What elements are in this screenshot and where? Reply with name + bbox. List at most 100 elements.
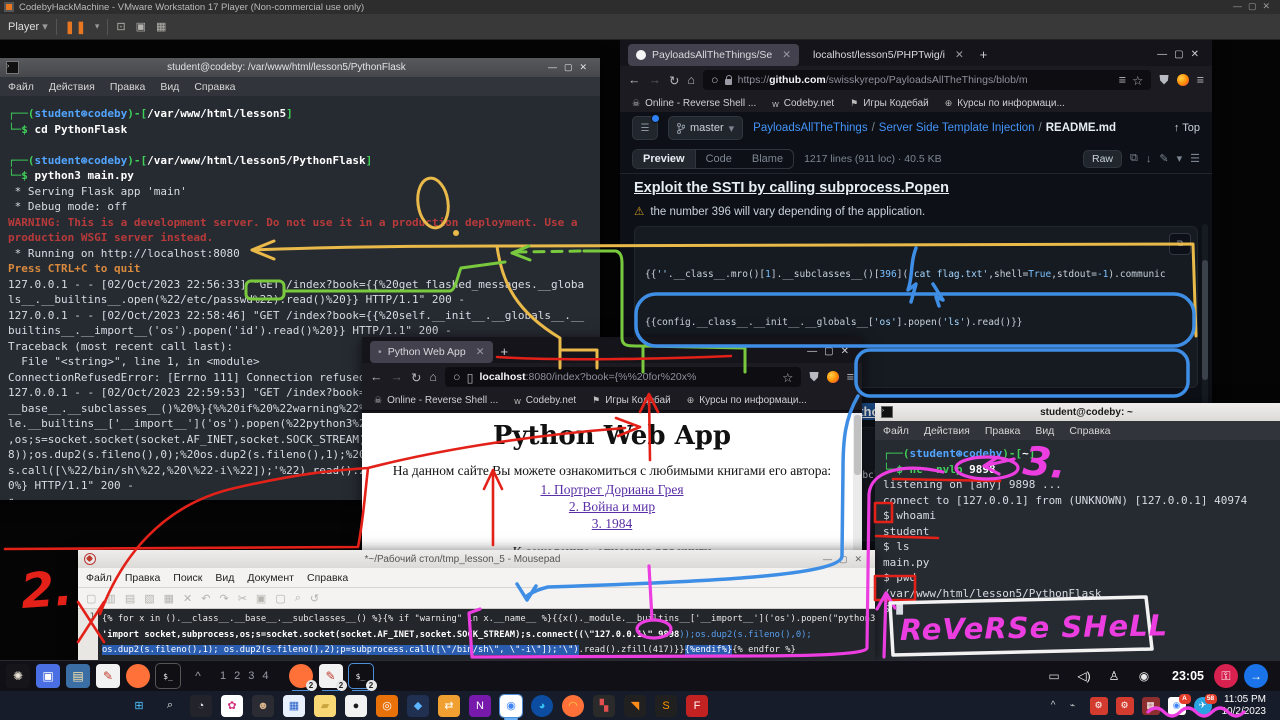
- colorful-app-icon[interactable]: ✿: [221, 695, 243, 717]
- breadcrumb-folder[interactable]: Server Side Template Injection: [879, 122, 1035, 134]
- pocket-icon[interactable]: ⛊: [809, 370, 818, 385]
- firefox-window-icon[interactable]: 2: [289, 664, 313, 688]
- mousepad-window-icon[interactable]: ✎2: [319, 664, 343, 688]
- close-button[interactable]: ✕: [579, 62, 594, 72]
- readme-heading-subprocess-popen[interactable]: Exploit the SSTI by calling subprocess.P…: [634, 180, 1198, 196]
- maximize-button[interactable]: ▢: [824, 346, 840, 357]
- bookmark-star-icon[interactable]: ☆: [1132, 73, 1143, 88]
- power-icon-icon[interactable]: ◉: [1132, 664, 1156, 688]
- menu-item-файл[interactable]: Файл: [86, 572, 112, 584]
- terminal-icon[interactable]: $_: [156, 664, 180, 688]
- back-icon[interactable]: ←: [370, 370, 383, 384]
- menu-item-файл[interactable]: Файл: [883, 425, 909, 437]
- reload-icon[interactable]: ↻: [669, 73, 679, 88]
- bookmark-item[interactable]: ☠Online - Reverse Shell ...: [374, 395, 498, 406]
- search-icon[interactable]: ⌕: [295, 592, 301, 605]
- bookmark-star-icon[interactable]: ☆: [782, 370, 793, 385]
- url-bar[interactable]: ○ ▯ localhost:8080/index?book={%%20for%2…: [445, 367, 801, 387]
- tray-bird-icon-icon[interactable]: ⌁: [1064, 697, 1082, 715]
- maximize-button[interactable]: ▢: [1174, 49, 1190, 60]
- carrot-app-icon[interactable]: ◥: [624, 695, 646, 717]
- minimize-button[interactable]: —: [823, 554, 839, 564]
- file-tree-icon[interactable]: ☰: [632, 116, 658, 140]
- calendar-app-icon[interactable]: ▦: [283, 695, 305, 717]
- new-tab-button[interactable]: +: [980, 47, 988, 62]
- show-hidden-icon[interactable]: ^: [186, 664, 210, 688]
- menu-item-справка[interactable]: Справка: [1069, 425, 1110, 437]
- tray-telegram-icon[interactable]: ✈58: [1194, 697, 1212, 715]
- reload-icon[interactable]: ↻: [411, 370, 421, 385]
- new-tab-button[interactable]: +: [501, 344, 509, 359]
- book-link[interactable]: 2. Война и мир: [362, 498, 862, 515]
- tab-preview[interactable]: Preview: [633, 150, 696, 168]
- mousepad-editor[interactable]: 1 {% for x in ().__class__.__base__.__su…: [78, 609, 875, 662]
- redo-icon[interactable]: ↷: [219, 592, 228, 605]
- menu-item-действия[interactable]: Действия: [49, 81, 95, 93]
- bookmark-item[interactable]: ⚑Игры Кодебай: [592, 395, 671, 406]
- search-icon[interactable]: ⌕: [159, 695, 181, 717]
- book-link[interactable]: 3. 1984: [362, 515, 862, 532]
- onenote-icon[interactable]: N: [469, 695, 491, 717]
- host-clock[interactable]: 11:05 PM10/2/2023: [1222, 694, 1267, 718]
- menu-item-3[interactable]: 3: [248, 670, 260, 682]
- close-button[interactable]: ✕: [854, 554, 869, 564]
- start-icon[interactable]: ⊞: [128, 695, 150, 717]
- menu-item-справка[interactable]: Справка: [307, 572, 348, 584]
- menu-item-1[interactable]: 1: [220, 670, 232, 682]
- suspend-button[interactable]: ❚❚: [65, 20, 87, 34]
- menu-item-вид[interactable]: Вид: [215, 572, 234, 584]
- branch-selector[interactable]: master▾: [668, 116, 743, 140]
- bookmark-item[interactable]: wCodeby.net: [514, 395, 576, 406]
- open-file-icon[interactable]: ▥: [105, 592, 115, 605]
- menu-icon[interactable]: ≡: [847, 370, 854, 384]
- save-as-icon[interactable]: ▧: [144, 592, 154, 605]
- vm-clock[interactable]: 23:05: [1172, 669, 1204, 683]
- menu-item-2[interactable]: 2: [234, 670, 246, 682]
- dev-app-icon[interactable]: ▚: [593, 695, 615, 717]
- raw-button[interactable]: Raw: [1083, 150, 1122, 168]
- mousepad-titlebar[interactable]: *~/Рабочий стол/tmp_lesson_5 - Mousepad …: [78, 550, 875, 568]
- menu-item-документ[interactable]: Документ: [247, 572, 294, 584]
- chrome-icon[interactable]: ◉: [500, 695, 522, 717]
- menu-item-правка[interactable]: Правка: [985, 425, 1020, 437]
- reload-icon[interactable]: ▦: [164, 592, 174, 605]
- close-file-icon[interactable]: ✕: [183, 592, 192, 605]
- edge-icon[interactable]: ◕: [531, 695, 553, 717]
- menu-item-правка[interactable]: Правка: [125, 572, 160, 584]
- maximize-button[interactable]: ▢: [1248, 1, 1263, 11]
- tab-payloadsallthethings[interactable]: PayloadsAllTheThings/Se ✕: [628, 44, 799, 66]
- bookmark-item[interactable]: ⊕Курсы по информаци...: [687, 395, 807, 406]
- maximize-button[interactable]: ▢: [564, 62, 580, 72]
- workspace-switcher[interactable]: 1234: [220, 670, 277, 682]
- copy-code-icon[interactable]: ⧉: [1169, 233, 1191, 255]
- minimize-button[interactable]: —: [1157, 49, 1174, 60]
- fullscreen-icon[interactable]: ▣: [136, 20, 146, 33]
- menu-item-вид[interactable]: Вид: [1035, 425, 1054, 437]
- terminal-flask-titlebar[interactable]: › student@codeby: /var/www/html/lesson5/…: [0, 58, 600, 77]
- firefox-win-icon[interactable]: ◠: [562, 695, 584, 717]
- suspend-caret-icon[interactable]: ▾: [95, 21, 100, 32]
- maximize-button[interactable]: ▢: [839, 554, 855, 564]
- shield-icon[interactable]: ○: [711, 73, 719, 87]
- file-explorer-icon[interactable]: ▰: [314, 695, 336, 717]
- tab-close-icon[interactable]: ✕: [476, 346, 485, 358]
- save-icon[interactable]: ▤: [125, 592, 135, 605]
- bookmark-item[interactable]: ☠Online - Reverse Shell ...: [632, 98, 756, 109]
- portrait-app-icon[interactable]: ☻: [252, 695, 274, 717]
- book-link[interactable]: 1. Портрет Дориана Грея: [362, 481, 862, 498]
- tab-localhost-phptwig[interactable]: localhost/lesson5/PHPTwig/i ✕: [805, 44, 972, 66]
- edit-caret-icon[interactable]: ▾: [1177, 152, 1183, 165]
- player-menu[interactable]: Player ▾: [8, 20, 48, 33]
- close-button[interactable]: ✕: [841, 346, 856, 357]
- menu-item-вид[interactable]: Вид: [160, 81, 179, 93]
- obsidian-app-icon[interactable]: ●: [345, 695, 367, 717]
- terminal-window-icon[interactable]: $_2: [349, 664, 373, 688]
- firefox-icon[interactable]: [126, 664, 150, 688]
- bookmark-item[interactable]: ⊕Курсы по информаци...: [945, 98, 1065, 109]
- menu-item-поиск[interactable]: Поиск: [173, 572, 202, 584]
- text-editor-icon[interactable]: ✎: [96, 664, 120, 688]
- bookmark-item[interactable]: ⚑Игры Кодебай: [850, 98, 929, 109]
- close-button[interactable]: ✕: [1191, 49, 1206, 60]
- tray-toolbox-icon[interactable]: ▦: [1142, 697, 1160, 715]
- payload-text[interactable]: {% for x in ().__class__.__base__.__subc…: [98, 609, 875, 662]
